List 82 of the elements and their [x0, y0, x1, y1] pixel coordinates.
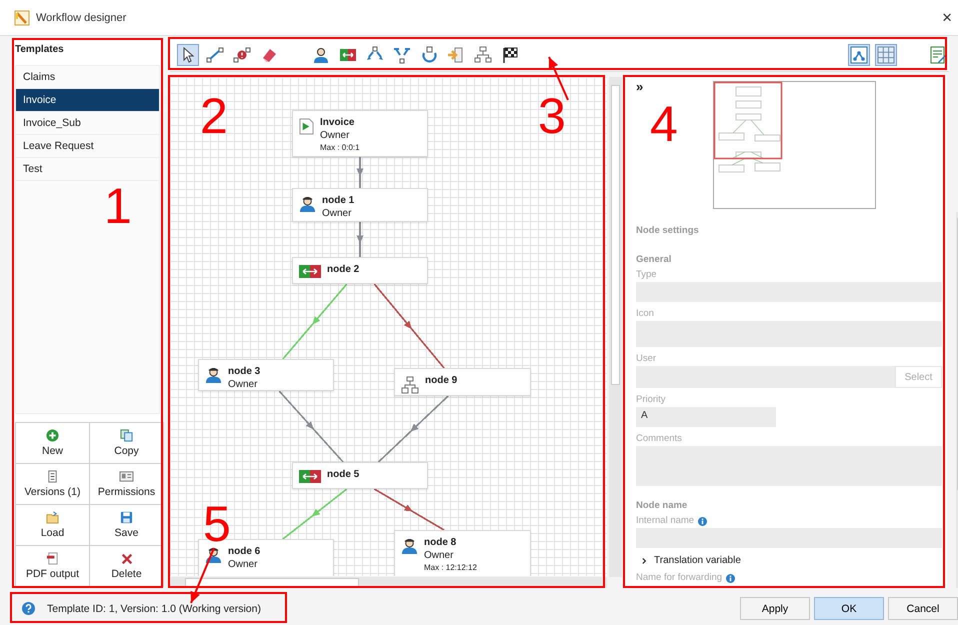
expand-toggle[interactable]: »: [636, 81, 644, 93]
layout-tool-icon[interactable]: [848, 44, 870, 66]
input-field[interactable]: [636, 446, 942, 486]
node-title: Invoice: [320, 116, 356, 129]
template-item[interactable]: Invoice: [16, 89, 159, 112]
callout-number: 2: [200, 90, 228, 142]
node-owner: Owner: [424, 549, 454, 562]
workflow-node[interactable]: node 8 Owner Max : 12:12:12: [394, 530, 531, 576]
user-field[interactable]: [636, 366, 895, 388]
node-title: node 9: [425, 374, 458, 387]
node-title: node 6: [228, 545, 260, 558]
folder-icon: [46, 511, 59, 524]
workflow-node[interactable]: node 1 Owner: [292, 188, 428, 222]
switch-icon: [299, 470, 321, 483]
field-label: Name for forwarding: [636, 572, 722, 584]
minimap-drawing[interactable]: [713, 81, 876, 209]
app-logo-icon: [14, 10, 30, 26]
node-title: node 1: [322, 194, 354, 207]
template-item[interactable]: Leave Request: [16, 135, 159, 158]
node-owner: Owner: [228, 378, 258, 391]
callout-number: 4: [650, 98, 678, 150]
hierarchy-icon: [401, 376, 419, 394]
input-field[interactable]: [636, 282, 942, 302]
grid-tool-icon[interactable]: [875, 44, 897, 66]
callout-number: 3: [538, 90, 566, 142]
section-heading: Node settings: [636, 224, 700, 237]
input-field[interactable]: [636, 321, 942, 347]
node-title: node 8: [424, 536, 458, 549]
workflow-node[interactable]: node 3 Owner: [198, 359, 334, 391]
translation-expander[interactable]: Translation variable: [636, 555, 942, 566]
dialog-button[interactable]: OK: [814, 597, 884, 620]
node-max-time: Max : 0:0:1: [320, 142, 360, 153]
pdf-icon: [46, 552, 59, 565]
node-max-time: Max : 12:12:12: [424, 562, 477, 573]
user-icon: [401, 538, 418, 555]
input-field[interactable]: A: [636, 407, 776, 427]
panel-heading: Templates: [14, 43, 65, 57]
node-owner: Owner: [228, 558, 258, 571]
copy-icon: [120, 429, 133, 442]
delete-icon: [120, 552, 132, 564]
chevron-icon: [642, 556, 647, 564]
help-icon[interactable]: [22, 602, 35, 615]
template-item[interactable]: Test: [16, 158, 159, 181]
node-title: node 3: [228, 365, 260, 378]
save-icon: [120, 511, 133, 524]
field-label: Internal name: [636, 515, 694, 527]
workflow-node[interactable]: node 2: [292, 257, 428, 284]
workflow-node[interactable]: node 9: [394, 368, 531, 396]
status-text: Template ID: 1, Version: 1.0 (Working version): [47, 602, 261, 614]
field-label: Priority: [636, 394, 666, 406]
group-heading: Node name: [636, 499, 688, 512]
callout-number: 1: [104, 180, 132, 232]
annotation-arrow: [190, 548, 215, 604]
id-card-icon: [119, 470, 134, 483]
node-owner: Owner: [320, 129, 350, 142]
field-label: Comments: [636, 433, 682, 445]
input-field[interactable]: [636, 528, 942, 548]
pointer-tool-icon[interactable]: [177, 44, 199, 66]
switch-icon: [299, 265, 321, 278]
vertical-scrollbar[interactable]: [609, 77, 622, 577]
field-label: Icon: [636, 308, 654, 320]
workflow-node[interactable]: Invoice Owner Max : 0:0:1: [292, 110, 428, 157]
dialog-button[interactable]: Cancel: [888, 597, 958, 620]
play-document-icon: [299, 118, 314, 135]
field-label: Type: [636, 269, 657, 281]
dialog-button[interactable]: Apply: [740, 597, 810, 620]
node-title: node 2: [327, 263, 360, 276]
user-icon: [299, 196, 316, 213]
field-label: User: [636, 353, 656, 365]
user-icon: [205, 367, 222, 384]
node-owner: Owner: [322, 207, 352, 220]
action-button[interactable]: Copy: [89, 422, 164, 464]
window-title: Workflow designer: [36, 12, 126, 24]
document-icon: [46, 470, 59, 483]
close-button[interactable]: ×: [942, 8, 952, 28]
user-icon: [205, 547, 222, 564]
action-button[interactable]: New: [15, 422, 90, 464]
workflow-node[interactable]: node 5: [292, 462, 428, 489]
group-heading: General: [636, 253, 672, 266]
plus-icon: [46, 429, 59, 442]
template-item[interactable]: Invoice_Sub: [16, 112, 159, 135]
node-title: node 5: [327, 468, 360, 481]
